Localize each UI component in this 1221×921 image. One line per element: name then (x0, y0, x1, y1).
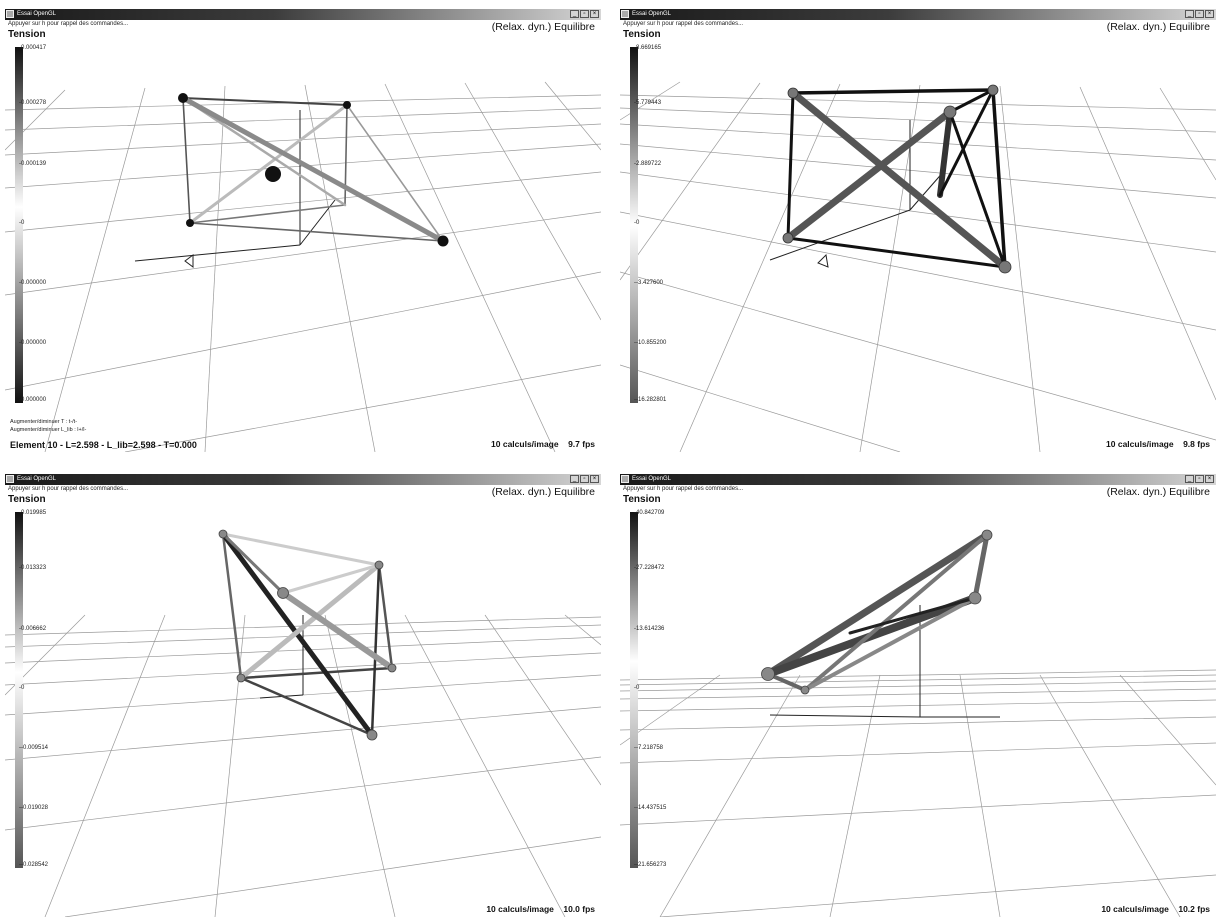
tensegrity-structure (764, 531, 991, 692)
colorbar-tick: 0 (634, 220, 639, 226)
tensegrity-structure (220, 531, 395, 738)
status-bar: 10 calculs/image 9.7 fps (491, 439, 595, 449)
app-icon[interactable] (621, 475, 629, 483)
minimize-button[interactable]: _ (1185, 475, 1194, 483)
colorbar-tick: 0.000000 (19, 397, 46, 403)
window-title: Essai OpenGL (632, 476, 672, 482)
fps-counter: 10.2 fps (1178, 904, 1210, 914)
window-title: Essai OpenGL (17, 476, 57, 482)
viewport-3d[interactable] (620, 20, 1216, 452)
legend-title: Tension (8, 29, 46, 40)
close-button[interactable]: × (590, 475, 599, 483)
app-icon[interactable] (6, 475, 14, 483)
tensegrity-structure (180, 95, 446, 244)
app-icon[interactable] (6, 10, 14, 18)
colorbar-tick: 0.000000 (19, 340, 46, 346)
mode-label: (Relax. dyn.) Equilibre (1106, 486, 1210, 498)
calc-rate: 10 calculs/image (1101, 904, 1169, 914)
minimize-button[interactable]: _ (570, 10, 579, 18)
colorbar-tick: -21.656273 (634, 862, 666, 868)
calc-rate: 10 calculs/image (491, 439, 559, 449)
help-line: Augmenter/diminuer L_lib : l+/l- (10, 427, 87, 433)
hint-text: Appuyer sur h pour rappel des commandes.… (623, 486, 744, 492)
colorbar-tick: -3.427600 (634, 280, 663, 286)
hint-text: Appuyer sur h pour rappel des commandes.… (8, 21, 129, 27)
legend-title: Tension (623, 494, 661, 505)
title-bar[interactable]: Essai OpenGL _ ▫ × (620, 9, 1216, 20)
colorbar-tick: 0.000278 (19, 100, 46, 106)
opengl-window-1: Essai OpenGL _ ▫ × Appuyer sur h pour ra… (5, 9, 601, 452)
hint-text: Appuyer sur h pour rappel des commandes.… (623, 21, 744, 27)
status-bar: 10 calculs/image 9.8 fps (1106, 439, 1210, 449)
legend-title: Tension (8, 494, 46, 505)
colorbar-tick: 0.000139 (19, 161, 46, 167)
colorbar-tick: 2.889722 (634, 161, 661, 167)
viewport-3d[interactable] (5, 20, 601, 452)
colorbar-tick: 0 (19, 220, 24, 226)
window-controls: _ ▫ × (1185, 10, 1214, 18)
title-bar[interactable]: Essai OpenGL _ ▫ × (620, 474, 1216, 485)
colorbar-tick: -7.218758 (634, 745, 663, 751)
colorbar-tick: 0.000417 (19, 45, 46, 51)
mode-label: (Relax. dyn.) Equilibre (1106, 21, 1210, 33)
close-button[interactable]: × (1205, 475, 1214, 483)
colorbar-tick: -10.855200 (634, 340, 666, 346)
legend-title: Tension (623, 29, 661, 40)
mode-label: (Relax. dyn.) Equilibre (491, 486, 595, 498)
window-title: Essai OpenGL (17, 11, 57, 17)
maximize-button[interactable]: ▫ (1195, 475, 1204, 483)
colorbar-tick: 0.006662 (19, 626, 46, 632)
colorbar-tick: -14.437515 (634, 805, 666, 811)
status-bar: 10 calculs/image 10.0 fps (486, 904, 595, 914)
colorbar-tick: -0.009514 (19, 745, 48, 751)
fps-counter: 10.0 fps (563, 904, 595, 914)
maximize-button[interactable]: ▫ (580, 475, 589, 483)
tensegrity-structure (784, 88, 1009, 271)
colorbar-tick: 0.000000 (19, 280, 46, 286)
colorbar-tick: 0 (634, 685, 639, 691)
mode-label: (Relax. dyn.) Equilibre (491, 21, 595, 33)
colorbar-tick: -0.019028 (19, 805, 48, 811)
title-bar[interactable]: Essai OpenGL _ ▫ × (5, 474, 601, 485)
colorbar-tick: 0 (19, 685, 24, 691)
close-button[interactable]: × (1205, 10, 1214, 18)
colorbar-tick: 5.779443 (634, 100, 661, 106)
viewport-3d[interactable] (5, 485, 601, 917)
title-bar[interactable]: Essai OpenGL _ ▫ × (5, 9, 601, 20)
element-info: Element 10 - L=2.598 - L_lib=2.598 - T=0… (10, 440, 197, 450)
window-controls: _ ▫ × (570, 10, 599, 18)
opengl-window-2: Essai OpenGL _ ▫ × Appuyer sur h pour ra… (620, 9, 1216, 452)
colorbar-tick: 27.228472 (634, 565, 664, 571)
colorbar-tick: 0.013323 (19, 565, 46, 571)
calc-rate: 10 calculs/image (1106, 439, 1174, 449)
maximize-button[interactable]: ▫ (1195, 10, 1204, 18)
window-title: Essai OpenGL (632, 11, 672, 17)
opengl-window-4: Essai OpenGL _ ▫ × Appuyer sur h pour ra… (620, 474, 1216, 917)
colorbar-tick: 0.019985 (19, 510, 46, 516)
colorbar-tick: -0.028542 (19, 862, 48, 868)
close-button[interactable]: × (590, 10, 599, 18)
maximize-button[interactable]: ▫ (580, 10, 589, 18)
fps-counter: 9.8 fps (1183, 439, 1210, 449)
minimize-button[interactable]: _ (570, 475, 579, 483)
fps-counter: 9.7 fps (568, 439, 595, 449)
viewport-3d[interactable] (620, 485, 1216, 917)
colorbar-tick: 13.614236 (634, 626, 664, 632)
hint-text: Appuyer sur h pour rappel des commandes.… (8, 486, 129, 492)
ground-grid (620, 669, 1216, 917)
window-controls: _ ▫ × (570, 475, 599, 483)
help-line: Augmenter/diminuer T : t-/t- (10, 419, 78, 425)
opengl-window-3: Essai OpenGL _ ▫ × Appuyer sur h pour ra… (5, 474, 601, 917)
colorbar-tick: -16.282801 (634, 397, 666, 403)
minimize-button[interactable]: _ (1185, 10, 1194, 18)
colorbar-tick: 40.842709 (634, 510, 664, 516)
colorbar-tick: 8.669165 (634, 45, 661, 51)
window-controls: _ ▫ × (1185, 475, 1214, 483)
app-icon[interactable] (621, 10, 629, 18)
status-bar: 10 calculs/image 10.2 fps (1101, 904, 1210, 914)
calc-rate: 10 calculs/image (486, 904, 554, 914)
